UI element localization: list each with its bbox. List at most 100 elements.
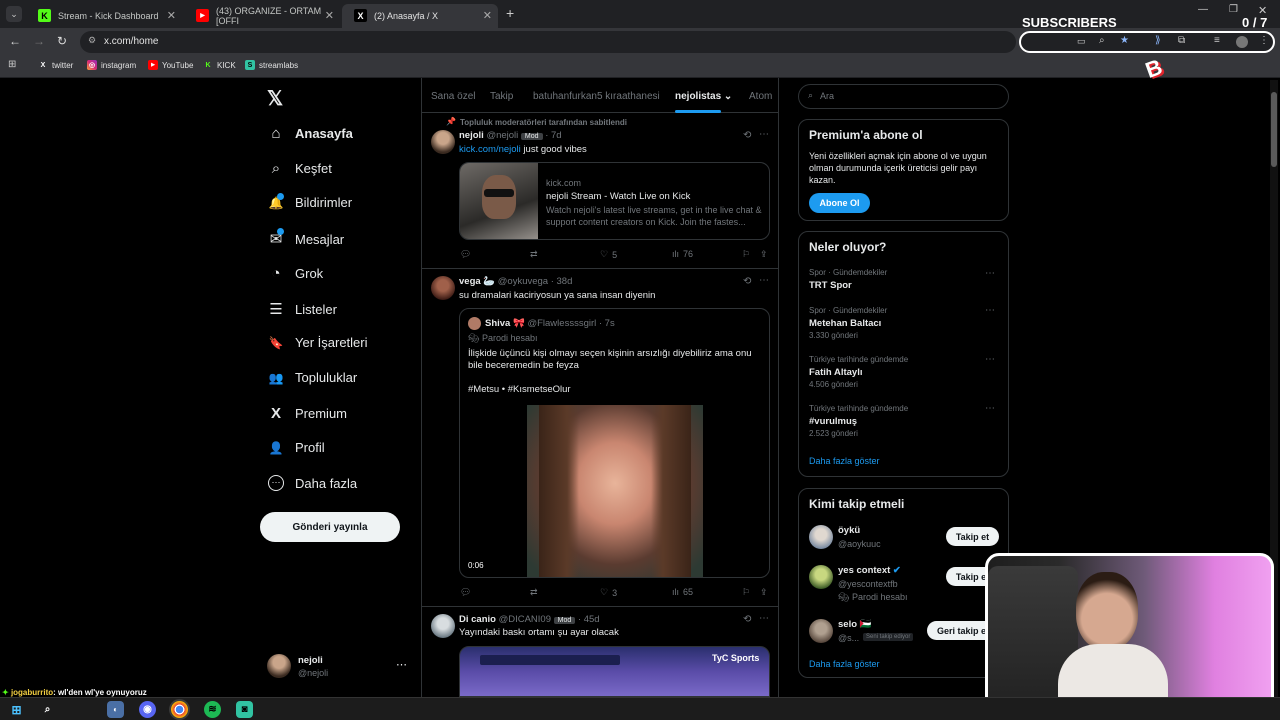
link-card[interactable]: kick.com nejoli Stream - Watch Live on K… — [459, 162, 770, 240]
more-icon[interactable]: ⋯ — [759, 275, 769, 286]
nav-profile[interactable]: 👤 Profil — [266, 440, 325, 455]
close-icon[interactable]: ✕ — [325, 9, 334, 22]
author-handle[interactable]: @DICANI09 — [499, 614, 551, 625]
more-icon[interactable]: ⋯ — [985, 305, 996, 316]
bookmark-youtube[interactable]: ▶ YouTube — [148, 60, 193, 70]
address-bar[interactable]: ⚙ x.com/home — [80, 31, 1016, 53]
tab-youtube[interactable]: ▶ (43) ORGANIZE - ORTAM [OFFI ✕ — [184, 4, 340, 28]
more-icon[interactable]: ⋯ — [985, 403, 996, 414]
nav-bookmarks[interactable]: 🔖 Yer İşaretleri — [266, 335, 368, 350]
bookmark-button[interactable]: ⚐ — [742, 249, 750, 260]
apps-icon[interactable]: ⊞ — [8, 59, 16, 70]
trend-item[interactable]: Türkiye tarihinde gündemde #vurulmuş 2.523… — [809, 404, 908, 438]
avatar[interactable] — [431, 130, 455, 154]
nav-more[interactable]: ⋯ Daha fazla — [266, 475, 357, 491]
windows-start-icon[interactable]: ⊞ — [8, 701, 25, 718]
trend-item[interactable]: Türkiye tarihinde gündemde Fatih Altaylı 4… — [809, 355, 908, 389]
streamlabs-icon[interactable]: ◙ — [236, 701, 253, 718]
tab-nejolistas[interactable]: nejolistas ⌄ — [675, 91, 732, 102]
nav-explore[interactable]: ⌕ Keşfet — [266, 160, 332, 177]
author-handle[interactable]: @nejoli — [486, 130, 518, 141]
close-icon[interactable]: ✕ — [167, 9, 176, 22]
reply-button[interactable]: 💬︎ — [460, 249, 471, 260]
star-icon[interactable]: ★ — [1120, 35, 1129, 46]
app-icon[interactable]: ◐ — [107, 701, 124, 718]
more-icon[interactable]: ⋯ — [985, 268, 996, 279]
restore-icon[interactable]: ❐ — [1229, 4, 1238, 15]
profile-avatar[interactable] — [1236, 36, 1248, 48]
back-icon[interactable]: ← — [9, 34, 21, 48]
media-image[interactable]: TyC Sports — [459, 646, 770, 697]
nav-grok[interactable]: ◔ Grok — [266, 265, 323, 282]
nav-home[interactable]: ⌂ Anasayfa — [266, 125, 352, 142]
more-icon[interactable]: ⋯ — [759, 613, 769, 624]
tab-search-icon[interactable]: ⌄ — [6, 6, 22, 22]
more-icon[interactable]: ⋯ — [759, 129, 769, 140]
bookmark-instagram[interactable]: ◎ instagram — [87, 60, 136, 70]
scrollbar-thumb[interactable] — [1271, 92, 1277, 167]
zoom-icon[interactable]: ⌕ — [1099, 35, 1105, 46]
media-icon[interactable]: ≡ — [1214, 35, 1220, 46]
bookmark-kick[interactable]: K KICK — [203, 60, 235, 70]
puzzle-icon[interactable]: ⧉ — [1178, 35, 1185, 46]
post-button[interactable]: Gönderi yayınla — [260, 512, 400, 542]
cast-icon[interactable]: ▭ — [1077, 36, 1086, 47]
search-bar[interactable]: ⌕ Ara — [798, 84, 1009, 109]
repost-button[interactable]: ⇄ — [530, 587, 538, 598]
more-icon[interactable]: ⋯ — [396, 658, 407, 671]
nav-premium[interactable]: X Premium — [266, 405, 347, 422]
account-switcher[interactable]: nejoli @nejoli ⋯ — [260, 650, 410, 684]
grok-icon[interactable]: ⟲ — [743, 276, 751, 287]
bookmark-twitter[interactable]: Xtwitter — [38, 60, 74, 70]
like-button[interactable]: ♡ 3 — [600, 587, 617, 598]
grok-icon[interactable]: ⟲ — [743, 130, 751, 141]
avatar[interactable] — [431, 614, 455, 638]
nav-communities[interactable]: 👥 Topluluklar — [266, 370, 358, 385]
bookmark-button[interactable]: ⚐ — [742, 587, 750, 598]
author-name[interactable]: nejoli — [459, 130, 484, 141]
like-button[interactable]: ♡ 5 — [600, 249, 617, 260]
reply-button[interactable]: 💬︎ — [460, 587, 471, 598]
tab-following[interactable]: Takip — [490, 91, 513, 102]
tweet-link[interactable]: kick.com/nejoli — [459, 144, 521, 155]
menu-icon[interactable]: ⋮ — [1259, 35, 1269, 46]
show-more-link[interactable]: Daha fazla göster — [809, 456, 880, 466]
share-button[interactable]: ⇪ — [760, 587, 768, 598]
author-handle[interactable]: @oykuvega — [498, 276, 548, 287]
chrome-icon[interactable] — [171, 701, 188, 718]
tab-for-you[interactable]: Sana özel — [431, 91, 475, 102]
repost-button[interactable]: ⇄ — [530, 249, 538, 260]
tab-community[interactable]: batuhanfurkan5 kıraathanesi — [533, 91, 660, 102]
show-more-link[interactable]: Daha fazla göster — [809, 659, 880, 669]
follow-button[interactable]: Takip et — [946, 527, 999, 546]
reload-icon[interactable]: ↻ — [57, 34, 67, 48]
more-icon[interactable]: ⋯ — [985, 354, 996, 365]
video-player[interactable] — [527, 405, 703, 577]
tweet-time[interactable]: · 7d — [545, 130, 561, 141]
quote-hashtags[interactable]: #Metsu • #KısmetseOlur — [468, 384, 571, 395]
author-name[interactable]: Di canio — [459, 614, 496, 625]
close-icon[interactable]: ✕ — [483, 9, 492, 22]
discord-icon[interactable]: ◉ — [139, 701, 156, 718]
site-info-icon[interactable]: ⚙ — [88, 35, 96, 46]
tab-x-home[interactable]: X (2) Anasayfa / X ✕ — [342, 4, 498, 28]
trend-item[interactable]: Spor · Gündemdekiler Metehan Baltacı 3.330… — [809, 306, 887, 340]
tweet-time[interactable]: · 45d — [578, 614, 600, 625]
share-button[interactable]: ⇪ — [760, 249, 768, 260]
forward-icon[interactable]: → — [33, 34, 45, 48]
minimize-icon[interactable]: — — [1198, 4, 1208, 15]
search-icon[interactable]: ⌕ — [39, 701, 56, 718]
extension-icon[interactable]: ⟫ — [1155, 35, 1161, 46]
subscribe-button[interactable]: Abone Ol — [809, 193, 870, 213]
nav-lists[interactable]: ☰ Listeler — [266, 300, 337, 318]
quote-tweet[interactable]: Shiva 🎀 @Flawlessssgirl · 7s 🎭︎ Parodi h… — [459, 308, 770, 578]
author-name[interactable]: vega 🦢 — [459, 276, 495, 287]
tab-atom[interactable]: Atom — [749, 91, 772, 102]
avatar[interactable] — [431, 276, 455, 300]
x-logo-icon[interactable]: 𝕏 — [267, 86, 283, 111]
tweet-time[interactable]: · 38d — [551, 276, 573, 287]
views-button[interactable]: ılı 76 — [672, 249, 693, 259]
views-button[interactable]: ılı 65 — [672, 587, 693, 597]
grok-icon[interactable]: ⟲ — [743, 614, 751, 625]
new-tab-icon[interactable]: + — [506, 5, 514, 21]
